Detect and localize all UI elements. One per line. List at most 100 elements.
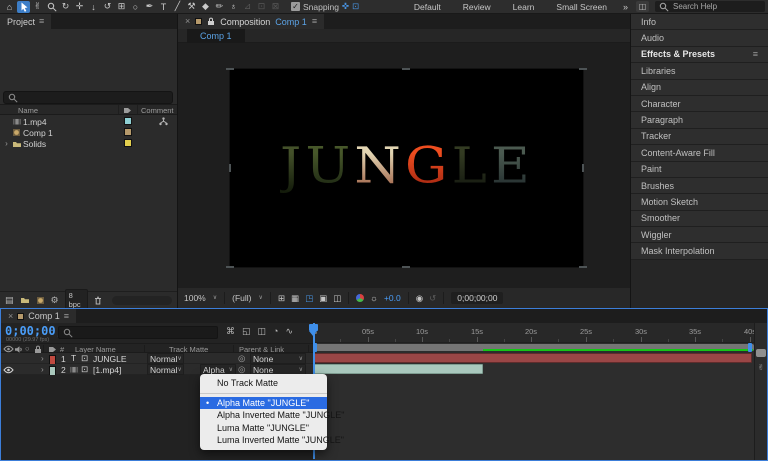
graph-editor-icon[interactable]: ∿ <box>285 327 293 336</box>
panel-tab-brushes[interactable]: Brushes <box>631 178 768 194</box>
exposure-value[interactable]: +0.0 <box>384 293 401 303</box>
solo-icon[interactable]: ○ <box>25 345 30 353</box>
orbit-camera-icon[interactable]: ↻ <box>59 1 72 13</box>
axis-local-icon[interactable]: ⊿ <box>241 1 254 13</box>
project-item-1-mp4[interactable]: 1.mp4 <box>0 116 177 127</box>
flowchart-icon[interactable]: ⌘ <box>226 327 235 336</box>
workspace-small-screen[interactable]: Small Screen <box>545 2 618 12</box>
transparency-grid-icon[interactable]: ▦ <box>291 294 299 303</box>
snapshot-icon[interactable]: ◉ <box>416 294 423 303</box>
frame-blend-icon[interactable]: ◫ <box>258 327 267 336</box>
panel-tab-wiggler[interactable]: Wiggler <box>631 227 768 243</box>
motion-blur-icon[interactable]: ◔ <box>273 327 278 336</box>
work-area-end-handle[interactable] <box>748 343 752 352</box>
project-search-input[interactable] <box>3 91 173 104</box>
label-color-chip[interactable] <box>124 128 132 136</box>
rotation-tool-icon[interactable]: ↺ <box>101 1 114 13</box>
snapping-checkbox[interactable]: ✓ <box>291 2 300 11</box>
clone-stamp-icon[interactable]: ⚒ <box>185 1 198 13</box>
layer-row-jungle[interactable]: › 1 T ⊡ JUNGLE Normal ∨ ◎ None ∨ <box>1 353 313 364</box>
tab-timeline-comp1[interactable]: × Comp 1 ≡ <box>1 309 76 323</box>
panel-tab-mask-interpolation[interactable]: Mask Interpolation <box>631 243 768 259</box>
timeline-track-area[interactable]: 0s05s10s15s20s25s30s35s40s <box>313 323 754 460</box>
workspace-default[interactable]: Default <box>403 2 452 12</box>
work-area[interactable] <box>313 343 754 352</box>
snap-edge-icon[interactable]: ✜ <box>342 2 349 11</box>
eye-icon[interactable] <box>3 364 14 375</box>
shape-tool-icon[interactable]: ○ <box>129 1 142 13</box>
grid-guides-icon[interactable]: ⊞ <box>278 294 285 303</box>
pickwhip-icon[interactable]: ◎ <box>238 353 245 364</box>
label-color-chip[interactable] <box>124 139 132 147</box>
panel-menu-icon[interactable]: ≡ <box>64 312 69 321</box>
panel-tab-smoother[interactable]: Smoother <box>631 211 768 227</box>
twirl-icon[interactable]: › <box>41 364 44 375</box>
tab-composition[interactable]: × Composition Comp 1 ≡ <box>178 14 324 29</box>
column-comment[interactable]: Comment <box>141 106 174 115</box>
project-settings-icon[interactable]: ⚙ <box>51 296 59 305</box>
trash-icon[interactable] <box>94 296 102 305</box>
matte-option-luma-inverted-matte-jungle[interactable]: Luma Inverted Matte "JUNGLE" <box>200 434 327 447</box>
help-search[interactable]: Search Help <box>655 1 765 12</box>
blend-mode-select-1[interactable]: Normal ∨ <box>147 353 184 364</box>
axis-view-icon[interactable]: ⊠ <box>269 1 282 13</box>
channels-icon[interactable] <box>356 294 364 302</box>
zoom-tool-icon[interactable] <box>45 1 58 13</box>
viewer-tab-comp1[interactable]: Comp 1 <box>187 29 245 43</box>
puppet-pin-icon[interactable]: ♀ <box>227 1 240 13</box>
layer-name[interactable]: [1.mp4] <box>93 364 121 375</box>
workspace-learn[interactable]: Learn <box>502 2 546 12</box>
roto-brush-icon[interactable]: ✏ <box>213 1 226 13</box>
pixel-aspect-icon[interactable]: ◫ <box>333 294 341 303</box>
panel-tab-libraries[interactable]: Libraries <box>631 63 768 79</box>
interpret-footage-icon[interactable]: ▤ <box>5 296 14 305</box>
project-item-comp-1[interactable]: Comp 1 <box>0 127 177 138</box>
preview-timecode[interactable]: 0;00;00;00 <box>451 292 503 304</box>
time-ruler[interactable]: 0s05s10s15s20s25s30s35s40s <box>313 323 754 343</box>
workspace-bar-icon[interactable]: ◫ <box>636 1 649 12</box>
panel-tab-info[interactable]: Info <box>631 14 768 30</box>
layer-bar-jungle[interactable] <box>313 353 752 363</box>
comp-marker-bin[interactable] <box>756 349 766 357</box>
layer-name[interactable]: JUNGLE <box>93 353 127 364</box>
new-folder-icon[interactable] <box>20 296 30 304</box>
new-composition-icon[interactable] <box>36 296 45 305</box>
label-icon[interactable] <box>123 106 132 115</box>
dolly-camera-icon[interactable]: ↓ <box>87 1 100 13</box>
matte-option-alpha-inverted-matte-jungle[interactable]: Alpha Inverted Matte "JUNGLE" <box>200 409 327 422</box>
project-item-solids[interactable]: ›Solids <box>0 138 177 149</box>
pan-behind-tool-icon[interactable]: ⊞ <box>115 1 128 13</box>
parent-select-1[interactable]: None ∨ <box>250 353 306 364</box>
panel-menu-icon[interactable]: ≡ <box>753 50 758 59</box>
matte-option-alpha-matte-jungle[interactable]: •Alpha Matte "JUNGLE" <box>200 397 327 410</box>
mask-toggle-icon[interactable]: ▣ <box>319 294 327 303</box>
panel-tab-tracker[interactable]: Tracker <box>631 129 768 145</box>
label-color-chip[interactable] <box>124 117 132 125</box>
matte-option-luma-matte-jungle[interactable]: Luma Matte "JUNGLE" <box>200 422 327 435</box>
panel-tab-paragraph[interactable]: Paragraph <box>631 112 768 128</box>
selection-tool-icon[interactable] <box>17 1 30 13</box>
magnification-select[interactable]: 100% ∨ <box>184 293 217 303</box>
close-icon[interactable]: × <box>8 312 13 321</box>
brush-tool-icon[interactable]: ╱ <box>171 1 184 13</box>
twirl-icon[interactable]: › <box>41 353 44 364</box>
workspace-review[interactable]: Review <box>452 2 502 12</box>
snap-feature-icon[interactable]: ⊡ <box>352 2 359 11</box>
roi-icon[interactable]: ◳ <box>305 294 313 303</box>
pen-tool-icon[interactable]: ✒ <box>143 1 156 13</box>
lock-icon[interactable] <box>207 17 215 26</box>
show-snapshot-icon[interactable]: ↺ <box>429 294 436 303</box>
composition-viewer[interactable]: JUNGLE <box>178 43 630 288</box>
panel-menu-icon[interactable]: ≡ <box>312 17 317 26</box>
panel-tab-content-aware-fill[interactable]: Content-Aware Fill <box>631 145 768 161</box>
tab-project[interactable]: Project ≡ <box>0 14 51 29</box>
timeline-search-input[interactable] <box>58 326 218 339</box>
panel-menu-icon[interactable]: ≡ <box>39 17 44 26</box>
axis-world-icon[interactable]: ⊡ <box>255 1 268 13</box>
workspace-overflow[interactable]: » <box>618 2 633 12</box>
matte-option-no-track-matte[interactable]: No Track Matte <box>200 377 327 390</box>
panel-tab-effects-presets[interactable]: Effects & Presets≡ <box>631 47 768 63</box>
exposure-icon[interactable]: ☼ <box>370 294 378 303</box>
panel-tab-align[interactable]: Align <box>631 80 768 96</box>
panel-tab-audio[interactable]: Audio <box>631 30 768 46</box>
